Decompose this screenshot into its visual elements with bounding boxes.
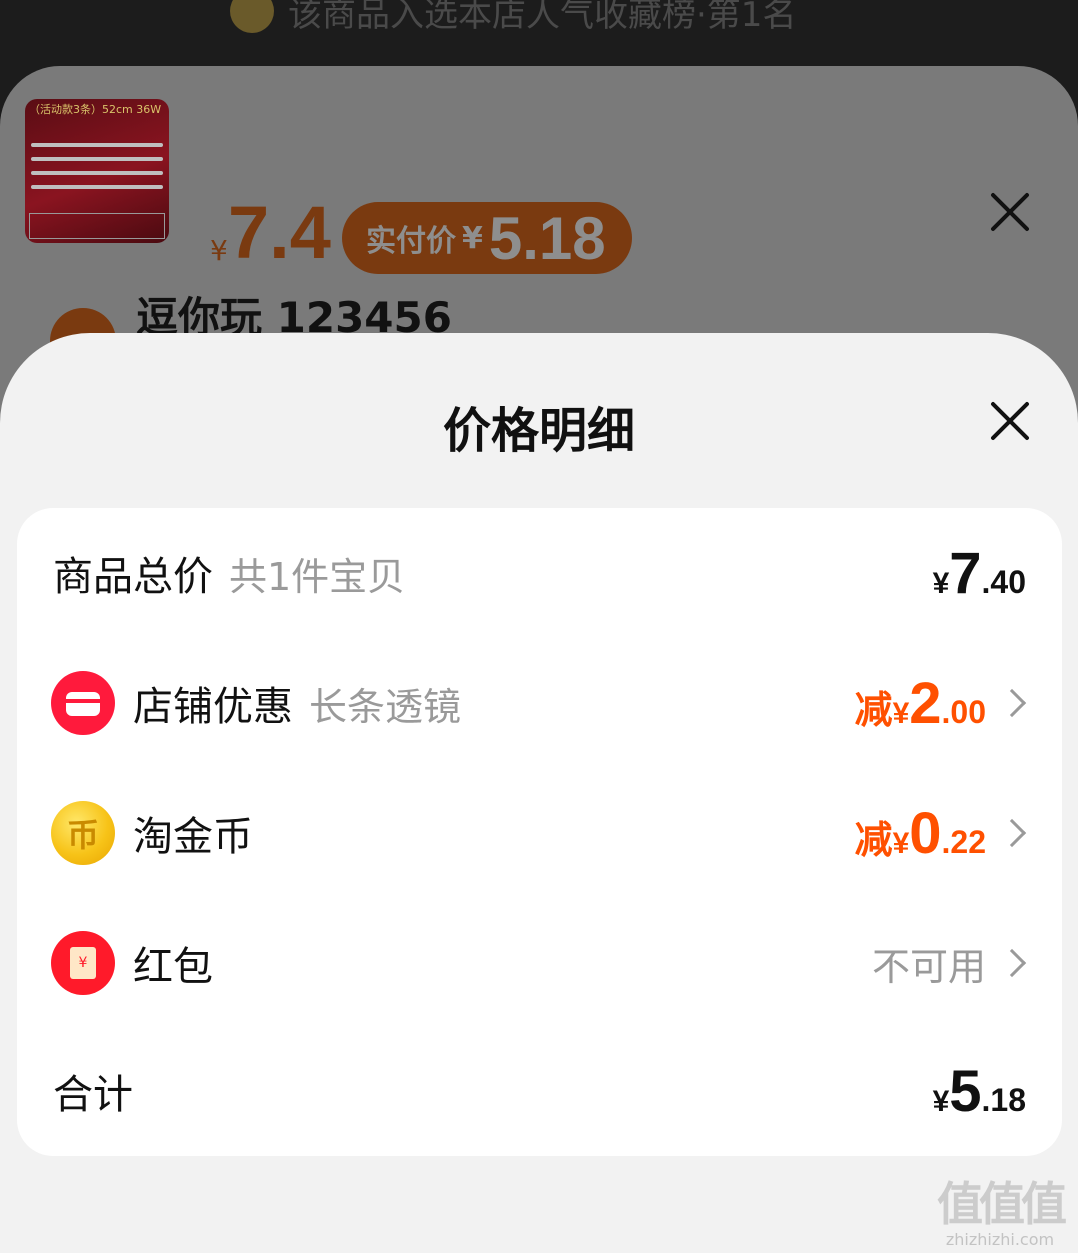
row-sum: 合计 ¥ 5 .18 xyxy=(17,1026,1062,1156)
amount-decimal: .00 xyxy=(941,693,986,730)
thumbnail-bar xyxy=(31,171,163,175)
pay-price-label: 实付价 xyxy=(366,224,456,259)
sheet-title: 价格明细 xyxy=(442,403,635,459)
total-price-label: 商品总价 xyxy=(53,554,213,600)
amount-integer: 0 xyxy=(909,800,942,866)
chevron-right-icon[interactable] xyxy=(997,688,1027,718)
sku-close-icon[interactable] xyxy=(986,188,1034,236)
watermark-url: zhizhizhi.com xyxy=(945,1230,1055,1249)
pay-price-currency: ¥ xyxy=(462,220,483,256)
sum-amount: ¥ 5 .18 xyxy=(933,1058,1026,1125)
watermark-text: 值值值 xyxy=(937,1177,1067,1231)
thumbnail-spec-grid xyxy=(29,213,165,239)
product-price: 7.4 xyxy=(228,191,331,274)
red-packet-status: 不可用 xyxy=(871,944,986,989)
chevron-right-icon[interactable] xyxy=(997,948,1027,978)
price-detail-sheet: 价格明细 商品总价 共1件宝贝 ¥ 7 .40 店铺优惠 长条透镜 减 ¥ 2 … xyxy=(0,333,1078,1253)
total-price-count: 共1件宝贝 xyxy=(229,554,406,599)
thumbnail-bar xyxy=(31,185,163,189)
currency-symbol: ¥ xyxy=(932,1084,950,1118)
amount-integer: 7 xyxy=(949,540,982,606)
close-icon[interactable] xyxy=(986,397,1034,445)
pay-price-value: 5.18 xyxy=(488,204,606,272)
discount-prefix: 减 xyxy=(854,689,893,732)
product-thumbnail[interactable]: （活动款3条）52cm 36W xyxy=(25,99,169,243)
discount-prefix: 减 xyxy=(854,819,893,862)
amount-decimal: .40 xyxy=(981,563,1026,600)
thumbnail-tag: （活动款3条）52cm 36W xyxy=(29,103,162,116)
row-taojinbi[interactable]: 币 淘金币 减 ¥ 0 .22 xyxy=(17,768,1062,898)
amount-integer: 2 xyxy=(909,670,942,736)
amount-integer: 5 xyxy=(949,1058,982,1124)
row-shop-discount[interactable]: 店铺优惠 长条透镜 减 ¥ 2 .00 xyxy=(17,638,1062,768)
ranking-text: 该商品入选本店人气收藏榜·第1名 xyxy=(288,0,797,35)
shop-discount-amount: 减 ¥ 2 .00 xyxy=(855,670,986,737)
row-red-packet[interactable]: ¥ 红包 不可用 xyxy=(17,898,1062,1028)
sum-label: 合计 xyxy=(53,1072,133,1118)
award-badge-icon xyxy=(230,0,274,33)
currency-symbol: ¥ xyxy=(892,696,910,730)
coin-icon: 币 xyxy=(51,801,115,865)
ranking-banner: 该商品入选本店人气收藏榜·第1名 xyxy=(230,0,796,36)
watermark-logo: 值值值 zhizhizhi.com xyxy=(930,1168,1070,1249)
price-currency: ¥ xyxy=(210,234,228,267)
amount-decimal: .18 xyxy=(981,1081,1026,1118)
currency-symbol: ¥ xyxy=(932,566,950,600)
total-price-amount: ¥ 7 .40 xyxy=(933,540,1026,607)
thumbnail-bar xyxy=(31,157,163,161)
red-packet-label: 红包 xyxy=(133,944,213,990)
thumbnail-bar xyxy=(31,143,163,147)
row-total-price: 商品总价 共1件宝贝 ¥ 7 .40 xyxy=(17,508,1062,638)
amount-decimal: .22 xyxy=(941,823,986,860)
currency-symbol: ¥ xyxy=(892,826,910,860)
taojinbi-amount: 减 ¥ 0 .22 xyxy=(855,800,986,867)
price-detail-card: 商品总价 共1件宝贝 ¥ 7 .40 店铺优惠 长条透镜 减 ¥ 2 .00 币 xyxy=(17,508,1062,1156)
chevron-right-icon[interactable] xyxy=(997,818,1027,848)
taojinbi-label: 淘金币 xyxy=(133,814,253,860)
shop-discount-label: 店铺优惠 xyxy=(133,684,293,730)
shop-discount-name: 长条透镜 xyxy=(309,684,462,729)
pay-price-pill[interactable]: 实付价 ¥ 5.18 xyxy=(342,202,632,274)
red-packet-icon: ¥ xyxy=(51,931,115,995)
shop-icon xyxy=(51,671,115,735)
